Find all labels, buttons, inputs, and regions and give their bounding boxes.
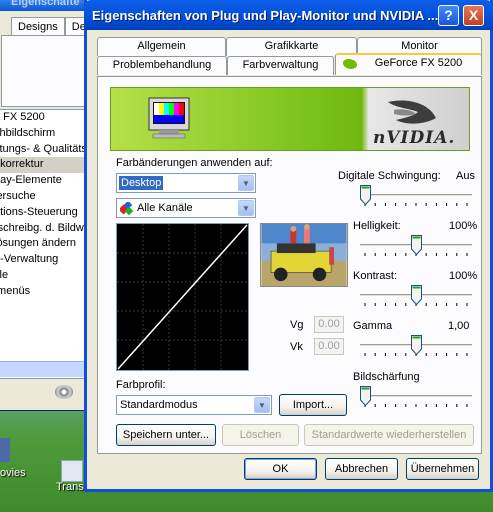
settings-tree-item[interactable]: e FX 5200 xyxy=(0,110,88,126)
horizontal-scrollbar[interactable] xyxy=(0,361,89,377)
gamma-curve-line xyxy=(117,224,248,370)
tab-farbverwaltung[interactable]: Farbverwaltung xyxy=(227,56,334,75)
background-window-tabs: Designs De xyxy=(11,17,93,35)
channel-select[interactable]: Alle Kanäle ▼ xyxy=(116,198,256,218)
nvidia-banner: nVIDIA. xyxy=(110,87,470,151)
apply-to-value: Desktop xyxy=(119,176,164,190)
color-profile-value: Standardmodus xyxy=(120,399,198,411)
import-button[interactable]: Import... xyxy=(279,394,347,416)
monitor-icon xyxy=(148,97,190,139)
settings-tree-item[interactable]: ations-Steuerung xyxy=(0,205,88,221)
settings-tree-item[interactable]: file xyxy=(0,268,88,284)
gamma-value: 1,00 xyxy=(448,320,470,332)
apply-button[interactable]: Übernehmen xyxy=(406,458,479,480)
digital-vibrance-label: Digitale Schwingung: xyxy=(338,170,441,182)
nvidia-wordmark: nVIDIA. xyxy=(373,128,456,148)
color-curve-graph[interactable] xyxy=(116,223,249,371)
slider-thumb[interactable] xyxy=(410,235,422,255)
channel-value: Alle Kanäle xyxy=(137,202,193,214)
settings-tree-item[interactable]: rlay-Elemente xyxy=(0,173,88,189)
help-button[interactable]: ? xyxy=(438,5,459,26)
tab-geforce-label: GeForce FX 5200 xyxy=(374,57,463,69)
contrast-slider[interactable] xyxy=(360,285,472,307)
contrast-label: Kontrast: xyxy=(353,270,398,282)
vk-input: 0.00 xyxy=(314,338,344,355)
preview-image xyxy=(260,223,348,287)
tab-geforce-fx-5200[interactable]: GeForce FX 5200 xyxy=(335,53,482,75)
settings-tree-list[interactable]: e FX 5200chbildschirmstungs- & Qualitäts… xyxy=(0,109,89,379)
slider-ticks xyxy=(364,203,468,206)
settings-tree-item[interactable]: bkorrektur xyxy=(0,157,88,174)
tab-designs[interactable]: Designs xyxy=(11,17,65,35)
digital-vibrance-value: Aus xyxy=(456,170,475,182)
sharpness-label: Bildschärfung xyxy=(353,371,420,383)
desktop-icon-label[interactable]: ovies xyxy=(0,467,26,479)
save-as-button[interactable]: Speichern unter... xyxy=(116,424,216,446)
contrast-value: 100% xyxy=(449,270,478,282)
settings-tree-item[interactable]: lösungen ändern xyxy=(0,236,88,252)
chevron-down-icon[interactable]: ▼ xyxy=(238,200,254,216)
title-bar[interactable]: Eigenschaften von Plug und Play-Monitor … xyxy=(84,0,493,30)
digital-vibrance-slider[interactable] xyxy=(360,185,472,207)
slider-thumb[interactable] xyxy=(360,185,371,205)
nview-eye-icon[interactable] xyxy=(55,385,73,399)
restore-defaults-button[interactable]: Standardwerte wiederherstellen xyxy=(304,424,474,446)
gamma-label: Gamma xyxy=(353,320,393,332)
cancel-button[interactable]: Abbrechen xyxy=(325,458,398,480)
apply-to-select[interactable]: Desktop ▼ xyxy=(116,173,256,193)
slider-thumb[interactable] xyxy=(360,386,371,406)
desktop-icon[interactable] xyxy=(0,438,10,462)
brightness-slider[interactable] xyxy=(360,235,472,257)
brightness-label: Helligkeit: xyxy=(353,220,401,232)
color-profile-label: Farbprofil: xyxy=(116,379,166,391)
chevron-down-icon[interactable]: ▼ xyxy=(238,175,254,191)
color-apply-label: Farbänderungen anwenden auf: xyxy=(116,157,273,169)
slider-ticks xyxy=(364,404,468,407)
vk-label: Vk xyxy=(290,341,303,353)
settings-tree-item[interactable]: stungs- & Qualitätsei xyxy=(0,142,88,158)
brightness-value: 100% xyxy=(449,220,478,232)
slider-thumb[interactable] xyxy=(410,285,422,305)
ok-button[interactable]: OK xyxy=(244,458,317,480)
color-curve-plot xyxy=(117,224,248,370)
sharpness-slider[interactable] xyxy=(360,386,472,408)
close-button[interactable]: X xyxy=(463,5,484,26)
desktop-icon[interactable] xyxy=(61,460,83,482)
display-properties-dialog: Eigenschaften von Plug und Play-Monitor … xyxy=(84,0,493,492)
settings-tree-item[interactable]: .menüs xyxy=(0,284,88,300)
tab-problembehandlung[interactable]: Problembehandlung xyxy=(97,56,227,75)
slider-track xyxy=(360,194,472,197)
gamma-slider[interactable] xyxy=(360,335,472,357)
settings-tree-item[interactable]: rschreibg. d. Bildwi xyxy=(0,221,88,237)
window-title: Eigenschaften von Plug und Play-Monitor … xyxy=(92,8,439,23)
delete-button[interactable]: Löschen xyxy=(222,424,299,446)
chevron-down-icon[interactable]: ▼ xyxy=(254,397,270,413)
vg-label: Vg xyxy=(290,319,304,331)
settings-tree-item[interactable]: p-Verwaltung xyxy=(0,252,88,268)
slider-track xyxy=(360,395,472,398)
color-profile-select[interactable]: Standardmodus ▼ xyxy=(116,395,272,415)
settings-tree-item[interactable]: chbildschirm xyxy=(0,126,88,142)
background-window-title: Eigenschafte xyxy=(0,0,96,11)
background-window[interactable]: Eigenschafte Designs De e FX 5200chbilds… xyxy=(0,0,97,411)
nvidia-eye-icon xyxy=(343,59,357,69)
settings-tree-item[interactable]: lersuche xyxy=(0,189,88,205)
tab-allgemein[interactable]: Allgemein xyxy=(97,37,226,56)
background-window-panel xyxy=(1,35,97,107)
desktop-icon-label[interactable]: Transf xyxy=(56,481,87,493)
slider-thumb[interactable] xyxy=(410,335,422,355)
vg-input: 0.00 xyxy=(314,316,344,333)
color-channels-icon xyxy=(118,200,134,216)
geforce-tab-panel: nVIDIA. Farbänderungen anwenden auf: Des… xyxy=(97,76,482,454)
